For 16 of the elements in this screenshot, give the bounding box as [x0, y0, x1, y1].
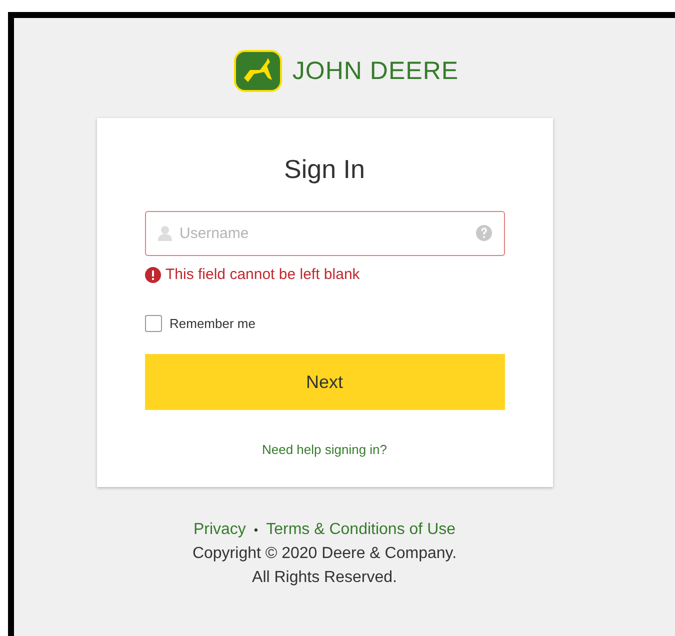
copyright-text: Copyright © 2020 Deere & Company. — [192, 545, 457, 563]
error-icon — [144, 266, 160, 282]
remember-checkbox[interactable] — [144, 315, 162, 332]
brand-name: JOHN DEERE — [292, 56, 459, 86]
card-title: Sign In — [284, 154, 365, 185]
help-icon[interactable] — [476, 225, 492, 241]
username-field[interactable]: Username — [144, 211, 504, 256]
help-link[interactable]: Need help signing in? — [262, 442, 388, 457]
terms-link[interactable]: Terms & Conditions of Use — [266, 521, 456, 539]
user-icon — [158, 225, 172, 241]
next-button[interactable]: Next — [144, 354, 504, 410]
separator-dot: • — [254, 523, 258, 537]
error-message: This field cannot be left blank — [166, 266, 360, 283]
rights-text: All Rights Reserved. — [252, 569, 397, 587]
privacy-link[interactable]: Privacy — [193, 521, 246, 539]
remember-label: Remember me — [170, 316, 256, 331]
